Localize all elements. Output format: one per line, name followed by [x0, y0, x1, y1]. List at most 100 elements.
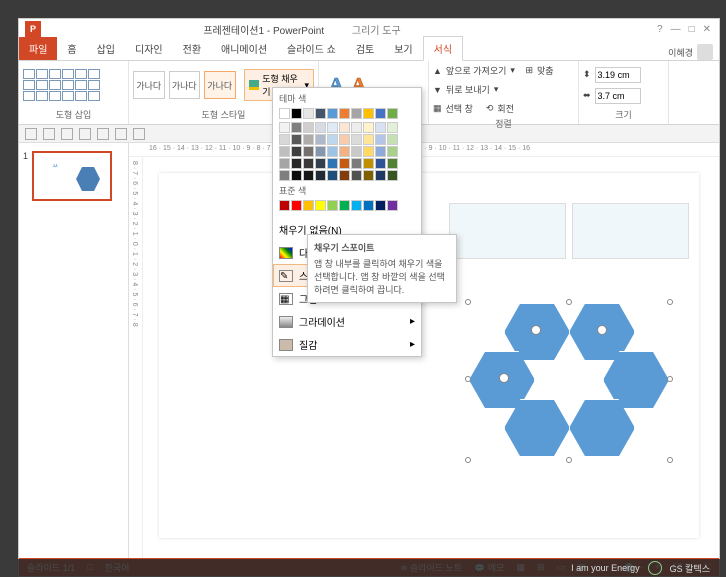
tab-transitions[interactable]: 전환: [173, 37, 211, 60]
color-swatch[interactable]: [303, 108, 314, 119]
color-swatch[interactable]: [303, 170, 314, 181]
color-swatch[interactable]: [291, 134, 302, 145]
user-account[interactable]: 이혜경: [668, 44, 713, 60]
color-swatch[interactable]: [303, 158, 314, 169]
color-swatch[interactable]: [351, 122, 362, 133]
color-swatch[interactable]: [387, 200, 398, 211]
minimize-button[interactable]: —: [671, 24, 681, 35]
color-swatch[interactable]: [327, 134, 338, 145]
close-button[interactable]: ✕: [703, 24, 711, 35]
slide-editor[interactable]: 16 · 15 · 14 · 13 · 12 · 11 · 10 · 9 · 8…: [129, 143, 719, 558]
color-swatch[interactable]: [387, 158, 398, 169]
color-swatch[interactable]: [327, 108, 338, 119]
bring-forward-button[interactable]: ▲앞으로 가져오기▾ ⊞맞춤: [433, 63, 554, 78]
color-swatch[interactable]: [303, 134, 314, 145]
shapes-gallery[interactable]: [23, 69, 100, 101]
color-swatch[interactable]: [315, 158, 326, 169]
texture-fill-item[interactable]: 질감▸: [273, 333, 421, 356]
color-swatch[interactable]: [303, 146, 314, 157]
theme-tint-rows[interactable]: [279, 122, 415, 181]
qat-icon[interactable]: [43, 128, 55, 140]
qat-icon[interactable]: [115, 128, 127, 140]
color-swatch[interactable]: [375, 134, 386, 145]
shape-style-1[interactable]: 가나다: [133, 71, 165, 99]
color-swatch[interactable]: [339, 134, 350, 145]
color-swatch[interactable]: [387, 170, 398, 181]
tab-review[interactable]: 검토: [346, 37, 384, 60]
slide-thumbnail-1[interactable]: ㅆ: [32, 151, 112, 201]
color-swatch[interactable]: [279, 122, 290, 133]
tab-animations[interactable]: 애니메이션: [211, 37, 277, 60]
color-swatch[interactable]: [339, 170, 350, 181]
color-swatch[interactable]: [387, 122, 398, 133]
color-swatch[interactable]: [363, 108, 374, 119]
slide-canvas[interactable]: [159, 173, 699, 538]
color-swatch[interactable]: [363, 200, 374, 211]
color-swatch[interactable]: [291, 146, 302, 157]
color-swatch[interactable]: [387, 108, 398, 119]
color-swatch[interactable]: [315, 108, 326, 119]
color-swatch[interactable]: [351, 200, 362, 211]
selection-pane-button[interactable]: ▦선택 창 ⟲회전: [433, 101, 514, 116]
rotation-handle[interactable]: [531, 325, 541, 335]
color-swatch[interactable]: [279, 158, 290, 169]
color-swatch[interactable]: [387, 146, 398, 157]
color-swatch[interactable]: [315, 170, 326, 181]
tab-design[interactable]: 디자인: [125, 37, 173, 60]
color-swatch[interactable]: [315, 122, 326, 133]
color-swatch[interactable]: [351, 108, 362, 119]
qat-icon[interactable]: [133, 128, 145, 140]
color-swatch[interactable]: [339, 122, 350, 133]
width-input[interactable]: [595, 88, 641, 104]
send-backward-button[interactable]: ▼뒤로 보내기▾: [433, 82, 498, 97]
color-swatch[interactable]: [279, 146, 290, 157]
gradient-fill-item[interactable]: 그라데이션▸: [273, 310, 421, 333]
color-swatch[interactable]: [279, 170, 290, 181]
maximize-button[interactable]: □: [689, 24, 695, 35]
color-swatch[interactable]: [387, 134, 398, 145]
color-swatch[interactable]: [351, 134, 362, 145]
color-swatch[interactable]: [363, 122, 374, 133]
color-swatch[interactable]: [291, 122, 302, 133]
tab-home[interactable]: 홈: [57, 37, 86, 60]
shape-style-3[interactable]: 가나다: [204, 71, 236, 99]
color-swatch[interactable]: [339, 200, 350, 211]
color-swatch[interactable]: [363, 158, 374, 169]
rotation-handle[interactable]: [499, 373, 509, 383]
design-idea-1[interactable]: [449, 203, 566, 259]
qat-icon[interactable]: [97, 128, 109, 140]
color-swatch[interactable]: [375, 200, 386, 211]
height-input[interactable]: [595, 67, 641, 83]
hexagon-shape-group[interactable]: [469, 303, 669, 493]
color-swatch[interactable]: [327, 146, 338, 157]
color-swatch[interactable]: [303, 122, 314, 133]
tab-format[interactable]: 서식: [423, 36, 463, 61]
qat-icon[interactable]: [25, 128, 37, 140]
color-swatch[interactable]: [327, 158, 338, 169]
rotation-handle[interactable]: [597, 325, 607, 335]
color-swatch[interactable]: [375, 108, 386, 119]
qat-icon[interactable]: [79, 128, 91, 140]
color-swatch[interactable]: [363, 146, 374, 157]
color-swatch[interactable]: [279, 134, 290, 145]
color-swatch[interactable]: [291, 158, 302, 169]
help-icon[interactable]: ?: [657, 24, 663, 35]
color-swatch[interactable]: [291, 200, 302, 211]
color-swatch[interactable]: [351, 170, 362, 181]
color-swatch[interactable]: [327, 170, 338, 181]
tab-slideshow[interactable]: 슬라이드 쇼: [277, 37, 346, 60]
color-swatch[interactable]: [315, 146, 326, 157]
tab-file[interactable]: 파일: [19, 37, 57, 60]
color-swatch[interactable]: [327, 122, 338, 133]
qat-icon[interactable]: [61, 128, 73, 140]
color-swatch[interactable]: [291, 170, 302, 181]
tab-view[interactable]: 보기: [384, 37, 422, 60]
color-swatch[interactable]: [339, 146, 350, 157]
color-swatch[interactable]: [291, 108, 302, 119]
design-idea-2[interactable]: [572, 203, 689, 259]
color-swatch[interactable]: [375, 122, 386, 133]
color-swatch[interactable]: [279, 200, 290, 211]
color-swatch[interactable]: [363, 134, 374, 145]
color-swatch[interactable]: [363, 170, 374, 181]
color-swatch[interactable]: [351, 146, 362, 157]
